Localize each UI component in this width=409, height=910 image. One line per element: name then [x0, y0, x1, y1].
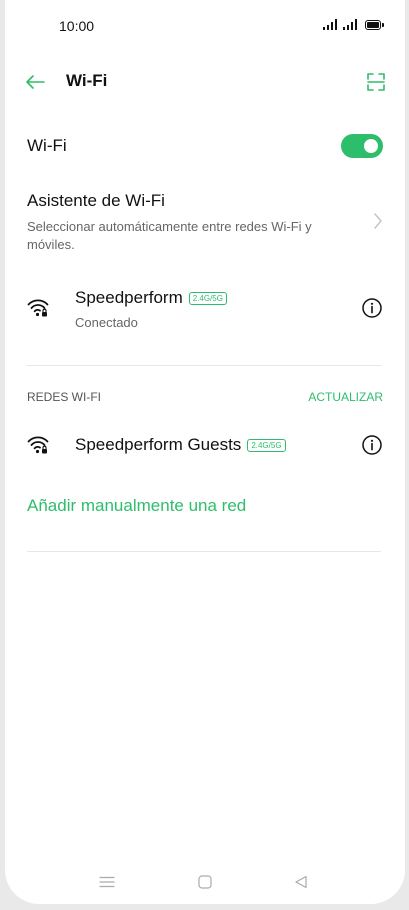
band-badge: 2.4G/5G — [247, 438, 286, 452]
scan-button[interactable] — [363, 69, 389, 95]
network-name-wrap: Speedperform Guests 2.4G/5G — [75, 435, 286, 455]
info-icon[interactable] — [361, 297, 383, 319]
page-title: Wi-Fi — [66, 71, 108, 90]
menu-icon — [99, 876, 115, 888]
wifi-assistant-description: Seleccionar automáticamente entre redes … — [27, 219, 312, 252]
connected-network-item[interactable]: Speedperform 2.4G/5G Conectado — [5, 284, 405, 340]
arrow-left-icon — [26, 75, 45, 89]
wifi-assistant-item[interactable]: Asistente de Wi-Fi Seleccionar automátic… — [5, 188, 405, 258]
signal-icon — [323, 19, 337, 30]
network-name: Speedperform Guests — [75, 435, 242, 454]
info-icon[interactable] — [361, 434, 383, 456]
back-button[interactable] — [21, 68, 49, 96]
menu-nav-button[interactable] — [97, 872, 117, 892]
connected-network-name: Speedperform — [75, 288, 183, 307]
phone-screen: 10:00 Wi-Fi Wi-Fi Asistente de Wi-Fi Sel… — [5, 0, 405, 904]
navigation-bar — [5, 864, 405, 904]
wifi-locked-icon — [27, 299, 49, 317]
wifi-toggle-row: Wi-Fi — [5, 128, 405, 164]
home-square-icon — [198, 875, 212, 889]
connected-network-status: Conectado — [75, 315, 138, 330]
qr-scan-icon — [367, 73, 385, 91]
chevron-right-icon — [374, 213, 382, 229]
toggle-knob — [364, 139, 378, 153]
battery-icon — [365, 20, 384, 30]
wifi-locked-icon — [27, 436, 49, 454]
network-item-speedperform-guests[interactable]: Speedperform Guests 2.4G/5G — [5, 430, 405, 462]
signal-icon-2 — [343, 19, 357, 30]
back-triangle-icon — [295, 875, 307, 889]
top-bar: Wi-Fi — [5, 62, 405, 102]
add-network-manually-button[interactable]: Añadir manualmente una red — [27, 496, 246, 516]
divider — [27, 551, 381, 552]
home-nav-button[interactable] — [195, 872, 215, 892]
status-time: 10:00 — [59, 18, 95, 34]
wifi-toggle-label: Wi-Fi — [27, 136, 67, 155]
band-badge: 2.4G/5G — [188, 291, 227, 305]
connected-network-name-wrap: Speedperform 2.4G/5G — [75, 288, 227, 308]
divider — [27, 365, 381, 366]
wifi-assistant-title: Asistente de Wi-Fi — [27, 191, 165, 210]
back-nav-button[interactable] — [291, 872, 311, 892]
networks-section-header: REDES WI-FI ACTUALIZAR — [5, 390, 405, 406]
refresh-button[interactable]: ACTUALIZAR — [308, 390, 383, 404]
status-bar: 10:00 — [5, 0, 405, 50]
wifi-toggle-switch[interactable] — [341, 134, 383, 158]
status-icons — [323, 19, 384, 30]
networks-section-label: REDES WI-FI — [27, 390, 101, 404]
